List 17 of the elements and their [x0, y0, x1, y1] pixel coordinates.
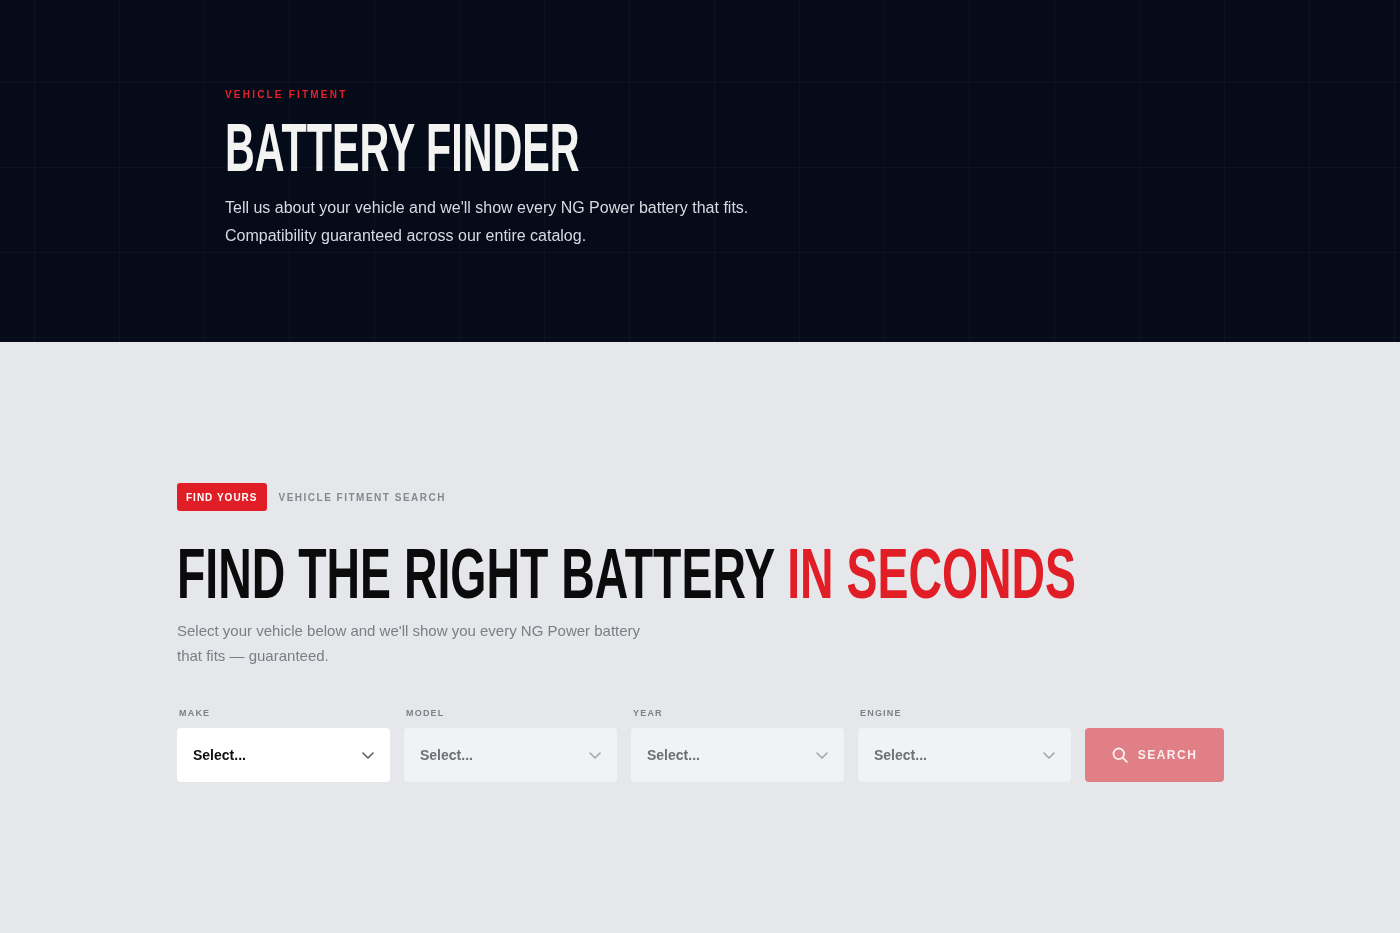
search-icon: [1111, 747, 1128, 763]
section-description: Select your vehicle below and we'll show you every NG Power battery that fits — guaranteed.: [177, 621, 642, 666]
eyebrow-label: VEHICLE FITMENT: [225, 88, 348, 102]
dropdown-field[interactable]: Select...: [177, 728, 390, 782]
hero-description: Tell us about your vehicle and we'll show every NG Power battery that fits. Compatibility guaranteed across our entire catalog.: [225, 198, 750, 246]
section-eyebrow: VEHICLE FITMENT SEARCH: [278, 491, 446, 503]
field-label: ENGINE: [859, 707, 902, 720]
section-heading: FIND THE RIGHT BATTERY IN SECONDS: [177, 538, 1077, 610]
field-label: MAKE: [178, 707, 211, 720]
chevron-down-icon: [362, 751, 374, 759]
field-label: YEAR: [632, 707, 663, 720]
field-label: MODEL: [405, 707, 445, 720]
chevron-down-icon: [816, 751, 828, 759]
chevron-down-icon: [589, 751, 601, 759]
section-badge: FIND YOURS: [177, 483, 267, 511]
chevron-down-icon: [1043, 751, 1055, 759]
page-title: BATTERY FINDER: [225, 113, 580, 183]
